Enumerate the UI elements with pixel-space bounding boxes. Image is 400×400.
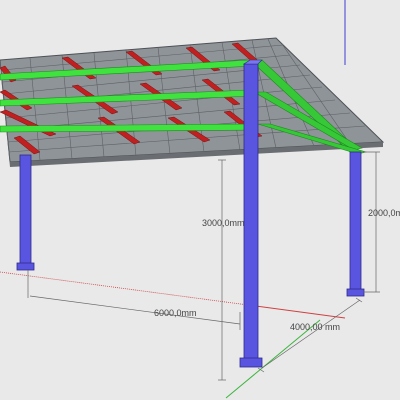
dim-label-height-back: 2000,0mm xyxy=(368,208,400,218)
x-axis-red xyxy=(247,304,346,319)
column-left-front xyxy=(16,154,35,271)
x-axis-red-dotted xyxy=(0,271,249,306)
column-right-back xyxy=(346,151,365,297)
dim-line-depth xyxy=(261,299,361,369)
carport-model: 3000,0mm 2000,0mm 6000,0mm 4000,00 mm xyxy=(0,0,400,399)
dim-label-depth: 4000,00 mm xyxy=(290,322,340,332)
dim-label-length: 6000,0mm xyxy=(154,308,197,318)
dimensions: 3000,0mm 2000,0mm 6000,0mm 4000,00 mm xyxy=(27,151,400,381)
3d-model-viewport[interactable]: 3000,0mm 2000,0mm 6000,0mm 4000,00 mm xyxy=(0,0,400,400)
dim-line-length xyxy=(29,295,241,325)
dim-label-height-front: 3000,0mm xyxy=(202,218,245,228)
